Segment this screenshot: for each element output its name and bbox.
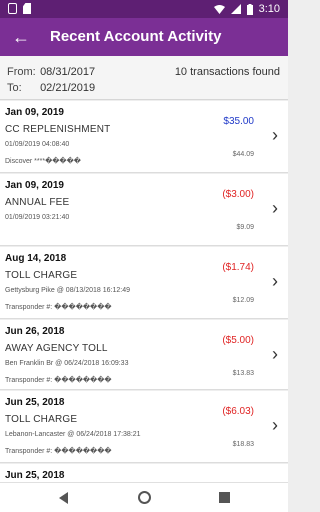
transaction-balance: $9.09 — [236, 224, 254, 231]
transaction-description: ANNUAL FEE — [5, 197, 70, 208]
chevron-right-icon[interactable]: › — [272, 344, 278, 365]
transaction-amount: $35.00 — [223, 116, 254, 127]
clock: 3:10 — [258, 3, 280, 15]
chevron-right-icon[interactable]: › — [272, 125, 278, 146]
transaction-date: Jan 09, 2019 — [5, 180, 64, 191]
transaction-description: TOLL CHARGE — [5, 270, 78, 281]
transaction-card[interactable]: Aug 14, 2018 TOLL CHARGE Gettysburg Pike… — [0, 247, 288, 319]
sim-card-icon — [23, 3, 31, 14]
battery-icon — [246, 3, 253, 15]
transaction-amount: ($3.00) — [222, 189, 254, 200]
transaction-extra: Transponder #: �������� — [5, 448, 112, 455]
nav-back-icon[interactable] — [59, 492, 68, 504]
transaction-balance: $13.83 — [232, 370, 254, 377]
chevron-right-icon[interactable]: › — [272, 198, 278, 219]
chevron-right-icon[interactable]: › — [272, 415, 278, 436]
transaction-balance: $18.83 — [232, 441, 254, 448]
status-bar: 3:10 — [0, 0, 288, 18]
transaction-list[interactable]: Jan 09, 2019 CC REPLENISHMENT 01/09/2019… — [0, 101, 288, 482]
transaction-detail: 01/09/2019 04:08:40 — [5, 141, 70, 148]
transaction-detail: 01/09/2019 03:21:40 — [5, 214, 70, 221]
transaction-card[interactable]: Jun 26, 2018 AWAY AGENCY TOLL Ben Frankl… — [0, 320, 288, 390]
app-bar: ← Recent Account Activity — [0, 18, 288, 56]
transaction-date: Jun 26, 2018 — [5, 326, 65, 337]
transaction-description: AWAY AGENCY TOLL — [5, 343, 108, 354]
transaction-card[interactable]: Jan 09, 2019 CC REPLENISHMENT 01/09/2019… — [0, 101, 288, 173]
transaction-date: Aug 14, 2018 — [5, 253, 67, 264]
page-title: Recent Account Activity — [50, 28, 222, 45]
transaction-balance: $12.09 — [232, 297, 254, 304]
signal-icon — [230, 4, 241, 14]
transaction-description: TOLL CHARGE — [5, 414, 78, 425]
transaction-extra: Discover ****����� — [5, 158, 81, 165]
wifi-icon — [213, 5, 225, 14]
from-date[interactable]: 08/31/2017 — [40, 66, 95, 78]
system-nav-bar — [0, 482, 288, 512]
transaction-detail: Lebanon-Lancaster @ 06/24/2018 17:38:21 — [5, 431, 141, 438]
transaction-description: CC REPLENISHMENT — [5, 124, 111, 135]
transaction-card[interactable]: Jun 25, 2018 — [0, 464, 288, 482]
from-label: From: — [7, 66, 36, 78]
transaction-card[interactable]: Jan 09, 2019 ANNUAL FEE 01/09/2019 03:21… — [0, 174, 288, 246]
transaction-balance: $44.09 — [232, 151, 254, 158]
transaction-count: 10 transactions found — [174, 66, 280, 78]
transaction-detail: Gettysburg Pike @ 08/13/2018 16:12:49 — [5, 287, 131, 294]
back-arrow-icon[interactable]: ← — [10, 26, 32, 48]
transaction-extra: Transponder #: �������� — [5, 304, 112, 311]
to-date[interactable]: 02/21/2019 — [40, 82, 95, 94]
transaction-amount: ($5.00) — [222, 335, 254, 346]
transaction-detail: Ben Franklin Br @ 06/24/2018 16:09:33 — [5, 360, 129, 367]
to-label: To: — [7, 82, 22, 94]
transaction-date: Jun 25, 2018 — [5, 470, 65, 481]
transaction-date: Jun 25, 2018 — [5, 397, 65, 408]
transaction-date: Jan 09, 2019 — [5, 107, 64, 118]
notification-icon — [8, 3, 17, 14]
transaction-amount: ($1.74) — [222, 262, 254, 273]
transaction-amount: ($6.03) — [222, 406, 254, 417]
transaction-extra: Transponder #: �������� — [5, 377, 112, 384]
chevron-right-icon[interactable]: › — [272, 271, 278, 292]
nav-home-icon[interactable] — [138, 491, 151, 504]
date-range-filter: From: 08/31/2017 To: 02/21/2019 10 trans… — [0, 56, 288, 100]
transaction-card[interactable]: Jun 25, 2018 TOLL CHARGE Lebanon-Lancast… — [0, 391, 288, 463]
nav-recents-icon[interactable] — [219, 492, 230, 503]
